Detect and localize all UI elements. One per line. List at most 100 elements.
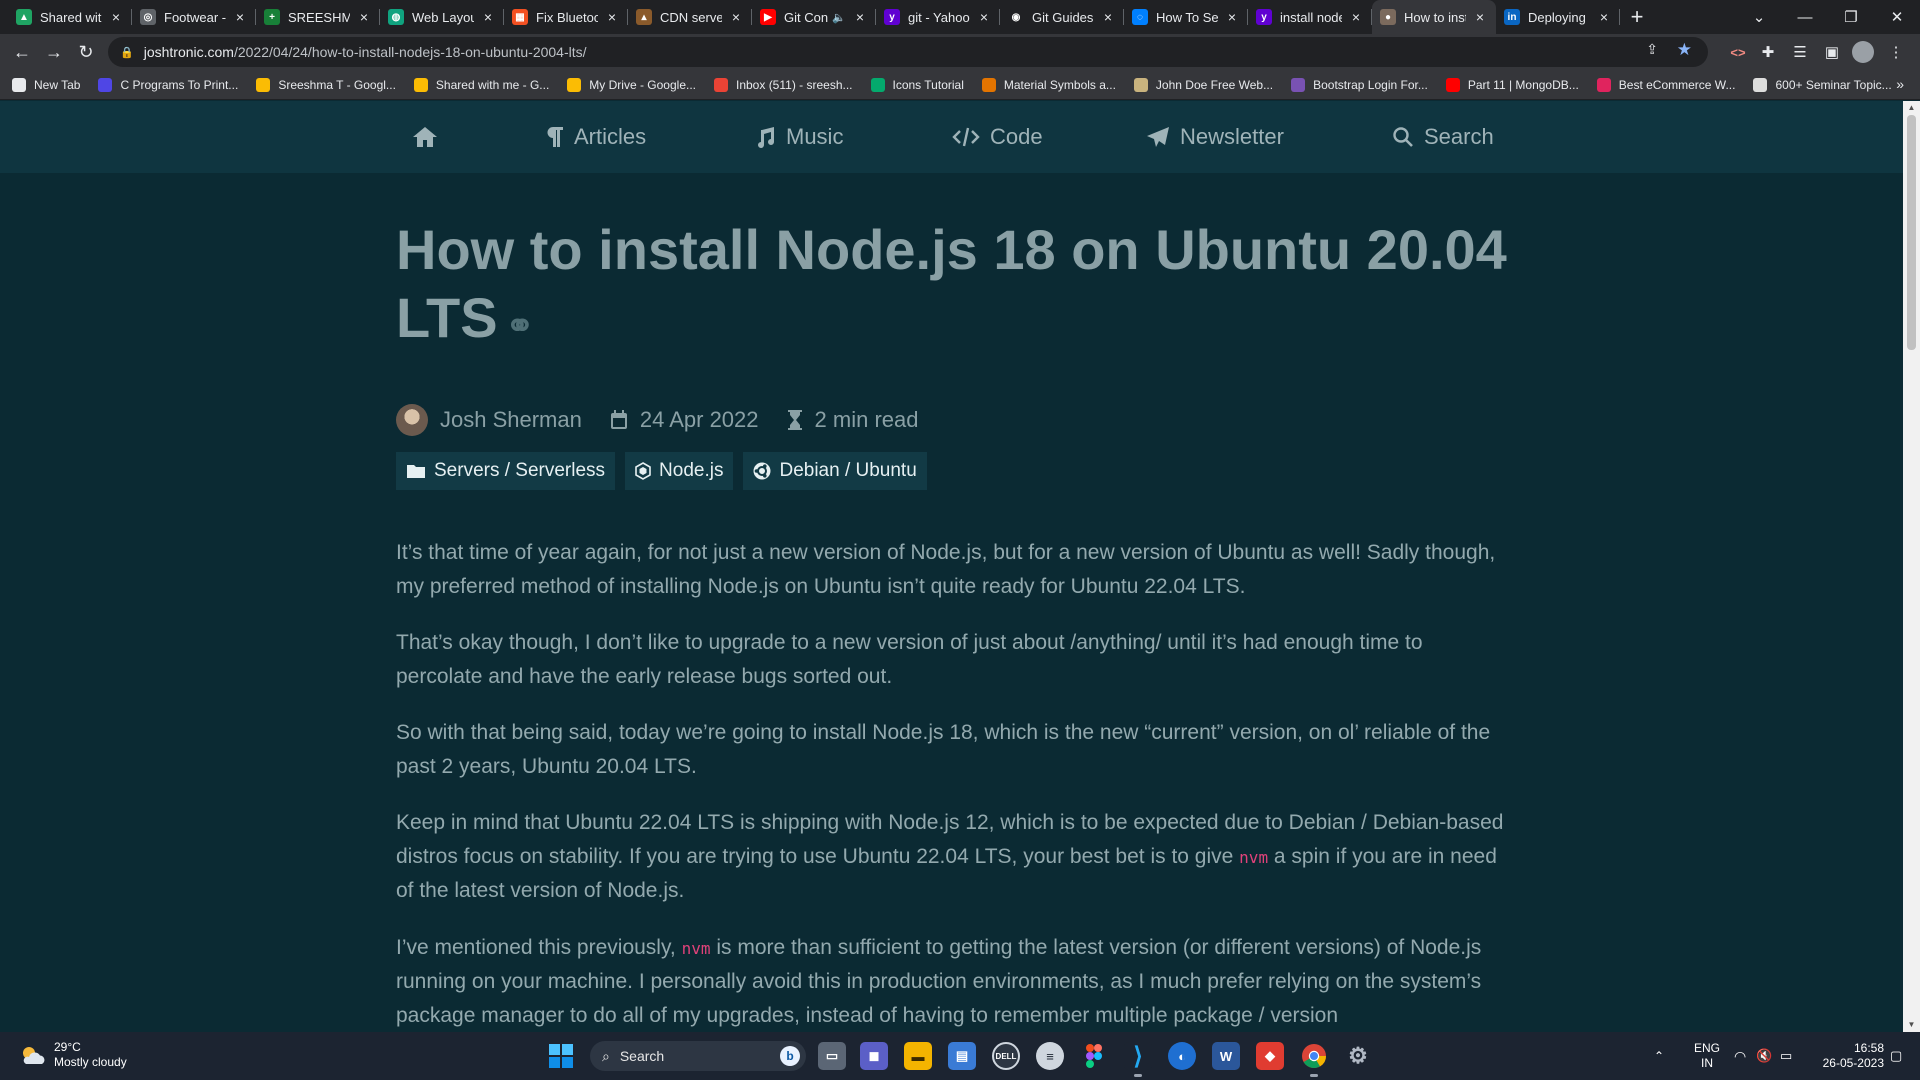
page-scrollbar[interactable]: ▲ ▼ xyxy=(1903,101,1920,1032)
nav-articles[interactable]: Articles xyxy=(546,101,646,173)
bookmark-item[interactable]: C Programs To Print... xyxy=(98,77,238,92)
wifi-icon[interactable]: ◠ xyxy=(1734,1032,1746,1080)
weather-widget[interactable]: 29°C Mostly cloudy xyxy=(18,1040,127,1070)
share-icon[interactable]: ⇪ xyxy=(1646,41,1658,58)
reload-icon[interactable]: ↻ xyxy=(70,36,102,68)
bookmark-item[interactable]: John Doe Free Web... xyxy=(1133,77,1273,92)
bookmark-item[interactable]: Part 11 | MongoDB... xyxy=(1445,77,1579,92)
browser-tab[interactable]: ◎ Footwear - × xyxy=(132,0,256,34)
tag-nodejs[interactable]: Node.js xyxy=(625,452,734,490)
bing-icon[interactable]: b xyxy=(780,1046,800,1066)
devtools-extension-icon[interactable]: <> xyxy=(1726,40,1750,64)
bookmark-item[interactable]: My Drive - Google... xyxy=(567,77,696,92)
word-icon[interactable]: W xyxy=(1212,1042,1240,1070)
browser-tab[interactable]: y git - Yahoo × xyxy=(876,0,1000,34)
tag-label: Servers / Serverless xyxy=(434,460,606,481)
bookmark-item[interactable]: Bootstrap Login For... xyxy=(1291,77,1428,92)
browser-tab[interactable]: y install node × xyxy=(1248,0,1372,34)
bookmark-item[interactable]: Inbox (511) - sreesh... xyxy=(714,77,853,92)
minimize-button[interactable]: — xyxy=(1782,0,1828,34)
bookmark-item[interactable]: Icons Tutorial xyxy=(870,77,964,92)
browser-tab[interactable]: ▦ Fix Bluetoo × xyxy=(504,0,628,34)
scroll-up-arrow-icon[interactable]: ▲ xyxy=(1907,103,1916,113)
show-hidden-icons-chevron[interactable]: ⌃ xyxy=(1654,1032,1664,1080)
side-panel-icon[interactable]: ▣ xyxy=(1820,40,1844,64)
tab-close-icon[interactable]: × xyxy=(604,9,620,25)
teams-chat-icon[interactable]: ◼ xyxy=(860,1042,888,1070)
permalink-icon[interactable]: ⚭ xyxy=(506,307,535,345)
bookmark-item[interactable]: Shared with me - G... xyxy=(413,77,549,92)
author[interactable]: Josh Sherman xyxy=(396,404,582,436)
figma-icon[interactable] xyxy=(1080,1042,1108,1070)
bookmark-item[interactable]: Sreeshma T - Googl... xyxy=(256,77,396,92)
tab-close-icon[interactable]: × xyxy=(232,9,248,25)
tab-close-icon[interactable]: × xyxy=(108,9,124,25)
tab-title: Shared with xyxy=(40,9,102,25)
system-clock[interactable]: 16:58 26-05-2023 xyxy=(1823,1041,1884,1071)
browser-tab[interactable]: ◌ How To Set × xyxy=(1124,0,1248,34)
bookmark-item[interactable]: 600+ Seminar Topic... xyxy=(1753,77,1892,92)
browser-tab[interactable]: ● How to inst × xyxy=(1372,0,1496,34)
bookmarks-bar: New Tab C Programs To Print... Sreeshma T … xyxy=(0,70,1920,100)
tab-close-icon[interactable]: × xyxy=(480,9,496,25)
tab-close-icon[interactable]: × xyxy=(728,9,744,25)
tab-close-icon[interactable]: × xyxy=(852,9,868,25)
tab-close-icon[interactable]: × xyxy=(1596,9,1612,25)
nav-code[interactable]: Code xyxy=(952,101,1043,173)
browser-tab[interactable]: + SREESHMA × xyxy=(256,0,380,34)
bookmark-item[interactable]: New Tab xyxy=(12,77,80,92)
dell-support-icon[interactable]: ≡ xyxy=(1036,1042,1064,1070)
browser-tab[interactable]: ◍ Web Layout × xyxy=(380,0,504,34)
browser-tab[interactable]: ▶ Git Con 🔈 × xyxy=(752,0,876,34)
new-tab-button[interactable]: + xyxy=(1620,0,1654,34)
close-window-button[interactable]: ✕ xyxy=(1874,0,1920,34)
tag-servers-serverless[interactable]: Servers / Serverless xyxy=(396,452,616,490)
bookmarks-overflow-icon[interactable]: » xyxy=(1896,76,1904,92)
bookmark-item[interactable]: Best eCommerce W... xyxy=(1596,77,1735,92)
extensions-puzzle-icon[interactable]: ✚ xyxy=(1756,40,1780,64)
notifications-icon[interactable]: ▢ xyxy=(1890,1032,1902,1080)
nav-search[interactable]: Search xyxy=(1392,101,1494,173)
firefox-icon[interactable]: ◐ xyxy=(1168,1042,1196,1070)
tab-search-chevron-icon[interactable]: ⌄ xyxy=(1736,0,1782,34)
tag-debian-ubuntu[interactable]: Debian / Ubuntu xyxy=(743,452,927,490)
anydesk-icon[interactable]: ◆ xyxy=(1256,1042,1284,1070)
profile-avatar-icon[interactable] xyxy=(1852,41,1874,63)
tab-close-icon[interactable]: × xyxy=(1224,9,1240,25)
scroll-down-arrow-icon[interactable]: ▼ xyxy=(1907,1020,1916,1030)
volume-muted-icon[interactable]: 🔇 xyxy=(1756,1032,1772,1080)
tab-audio-icon[interactable]: 🔈 xyxy=(832,11,846,24)
address-bar[interactable]: 🔒 joshtronic.com/2022/04/24/how-to-insta… xyxy=(108,37,1708,67)
dell-icon[interactable]: DELL xyxy=(992,1042,1020,1070)
menu-kebab-icon[interactable]: ⋮ xyxy=(1884,40,1908,64)
bookmark-item[interactable]: Material Symbols a... xyxy=(981,77,1116,92)
tab-close-icon[interactable]: × xyxy=(1472,9,1488,25)
tab-close-icon[interactable]: × xyxy=(976,9,992,25)
input-language[interactable]: ENG IN xyxy=(1694,1032,1720,1080)
settings-gear-icon[interactable]: ⚙ xyxy=(1344,1042,1372,1070)
file-explorer-icon[interactable]: ▬ xyxy=(904,1042,932,1070)
browser-tab[interactable]: in Deploying × xyxy=(1496,0,1620,34)
vscode-icon[interactable]: ⟩ xyxy=(1124,1042,1152,1077)
nav-music[interactable]: Music xyxy=(754,101,843,173)
reading-list-icon[interactable]: ☰ xyxy=(1788,40,1812,64)
tab-close-icon[interactable]: × xyxy=(356,9,372,25)
browser-tab[interactable]: ▲ Shared with × xyxy=(8,0,132,34)
nav-newsletter[interactable]: Newsletter xyxy=(1146,101,1284,173)
windows-start-icon[interactable] xyxy=(548,1043,574,1069)
microsoft-store-icon[interactable]: ▤ xyxy=(948,1042,976,1070)
forward-arrow-icon[interactable]: → xyxy=(38,36,70,68)
task-view-icon[interactable]: ▭ xyxy=(818,1042,846,1070)
taskbar-search-box[interactable]: ⌕ Search b xyxy=(590,1041,806,1071)
browser-tab[interactable]: ▴ CDN server × xyxy=(628,0,752,34)
chrome-icon[interactable] xyxy=(1300,1042,1328,1077)
nav-home[interactable] xyxy=(412,101,448,173)
tab-close-icon[interactable]: × xyxy=(1100,9,1116,25)
battery-icon[interactable]: ▭ xyxy=(1780,1032,1792,1080)
bookmark-star-icon[interactable]: ★ xyxy=(1677,40,1692,60)
restore-button[interactable]: ❐ xyxy=(1828,0,1874,34)
scrollbar-thumb[interactable] xyxy=(1907,115,1916,350)
back-arrow-icon[interactable]: ← xyxy=(6,36,38,68)
browser-tab[interactable]: ◉ Git Guides × xyxy=(1000,0,1124,34)
tab-close-icon[interactable]: × xyxy=(1348,9,1364,25)
